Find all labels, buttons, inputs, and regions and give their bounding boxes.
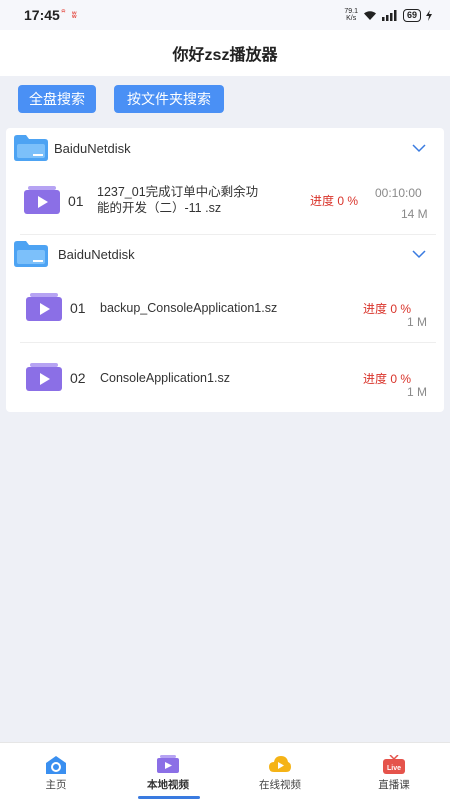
nav-item-local-video[interactable]: 本地视频 (112, 743, 224, 800)
app-notification-icon: ʬ (71, 10, 77, 20)
home-icon (46, 756, 66, 774)
divider (20, 234, 436, 235)
nav-label-home: 主页 (45, 779, 67, 791)
video-size: 14 M (401, 207, 428, 221)
page-title: 你好zsz播放器 (172, 47, 278, 64)
progress-label: 进度 0 % (310, 194, 359, 208)
video-name: ConsoleApplication1.sz (100, 371, 230, 385)
nav-label-local-video: 本地视频 (147, 779, 189, 791)
video-file-icon (26, 363, 62, 391)
video-name-line-1: 1237_01完成订单中心剩余功 (97, 185, 259, 199)
status-bar: 17:45 ꩰ ʬ 79.1 K/s 69 (0, 0, 450, 30)
video-list-item[interactable]: 01 backup_ConsoleApplication1.sz 进度 0 % … (6, 278, 444, 340)
network-speed: 79.1 K/s (344, 8, 358, 22)
charging-icon (426, 9, 432, 21)
chevron-down-icon[interactable] (412, 249, 426, 259)
nav-item-online-video[interactable]: 在线视频 (224, 743, 336, 800)
video-index: 01 (68, 193, 84, 209)
video-name: 1237_01完成订单中心剩余功 能的开发（二）-11 .sz (97, 184, 297, 216)
nav-label-live-class: 直播课 (378, 779, 410, 791)
online-video-icon (269, 756, 291, 772)
divider (20, 342, 436, 343)
video-list-item[interactable]: 01 1237_01完成订单中心剩余功 能的开发（二）-11 .sz 进度 0 … (6, 170, 444, 234)
video-index: 02 (70, 370, 86, 386)
video-file-icon (26, 293, 62, 321)
live-class-icon: Live (383, 755, 405, 774)
video-list-card: BaiduNetdisk 01 1237_01完成订单中心剩余功 能的开发（二）… (6, 128, 444, 412)
network-speed-value: 79.1 (344, 8, 358, 15)
folder-header[interactable]: BaiduNetdisk (6, 236, 444, 272)
network-speed-unit: K/s (346, 15, 357, 22)
live-badge: Live (387, 765, 401, 772)
chevron-down-icon[interactable] (412, 143, 426, 153)
video-name: backup_ConsoleApplication1.sz (100, 301, 278, 315)
video-size: 1 M (407, 315, 428, 329)
nav-item-live-class[interactable]: Live 直播课 (338, 743, 450, 800)
search-all-button[interactable]: 全盘搜索 (18, 85, 96, 113)
video-duration: 00:10:00 (375, 186, 422, 200)
video-name-line-2: 能的开发（二）-11 .sz (97, 201, 222, 215)
nav-label-online-video: 在线视频 (259, 779, 301, 791)
active-tab-indicator (138, 796, 200, 799)
battery-indicator: 69 (402, 8, 421, 22)
status-time: 17:45 (24, 7, 60, 23)
folder-icon (14, 135, 48, 161)
folder-name: BaiduNetdisk (58, 247, 135, 262)
video-list-item[interactable]: 02 ConsoleApplication1.sz 进度 0 % 1 M (6, 348, 444, 410)
bottom-navigation: 主页 本地视频 在线视频 Live 直播课 (0, 742, 450, 800)
video-size: 1 M (407, 385, 428, 399)
folder-name: BaiduNetdisk (54, 141, 131, 156)
folder-header[interactable]: BaiduNetdisk (6, 130, 444, 166)
app-header: 你好zsz播放器 (0, 30, 450, 76)
folder-icon (14, 241, 48, 267)
progress-label: 进度 0 % (363, 372, 412, 386)
signal-icon (381, 9, 397, 21)
action-row: 全盘搜索 按文件夹搜索 (18, 85, 224, 113)
local-video-icon (157, 755, 179, 773)
progress-label: 进度 0 % (363, 302, 412, 316)
nav-item-home[interactable]: 主页 (0, 743, 112, 800)
video-index: 01 (70, 300, 86, 316)
search-by-folder-button[interactable]: 按文件夹搜索 (114, 85, 224, 113)
wifi-icon (363, 10, 376, 20)
video-file-icon (24, 186, 60, 214)
